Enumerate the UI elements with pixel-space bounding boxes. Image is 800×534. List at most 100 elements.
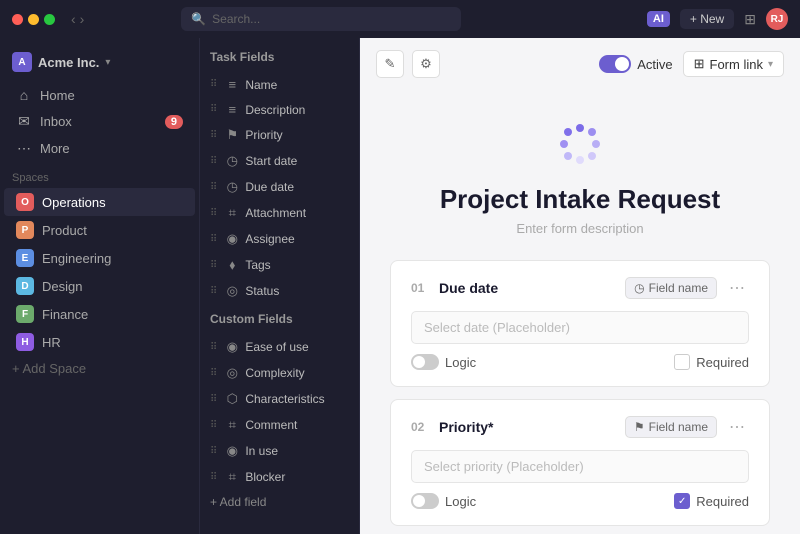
sidebar-item-inbox[interactable]: ✉ Inbox 9: [4, 108, 195, 135]
field-label-blocker: Blocker: [245, 470, 285, 484]
tags-icon: ⬧: [225, 257, 239, 273]
back-button[interactable]: ‹: [71, 11, 76, 27]
field-characteristics[interactable]: ⠿ ⬡ Characteristics: [200, 386, 359, 412]
active-toggle[interactable]: [599, 55, 631, 73]
grid-icon[interactable]: ⊞: [744, 11, 756, 28]
workspace-switcher[interactable]: A Acme Inc. ▾: [0, 46, 199, 82]
finance-dot: F: [16, 305, 34, 323]
field-name-badge-2[interactable]: ⚑ Field name: [625, 416, 717, 438]
sidebar-item-home[interactable]: ⌂ Home: [4, 82, 195, 108]
spinner-icon: [556, 120, 604, 168]
search-icon: 🔍: [191, 12, 206, 26]
add-field-button[interactable]: + Add field: [200, 490, 359, 514]
drag-handle: ⠿: [210, 234, 217, 245]
form-card-priority: 02 Priority* ⚑ Field name ⋯ Select prior…: [390, 399, 770, 526]
sidebar-item-design[interactable]: D Design: [4, 272, 195, 300]
workspace-chevron: ▾: [105, 57, 110, 68]
field-label-attachment: Attachment: [245, 206, 306, 220]
priority-icon: ⚑: [225, 127, 239, 143]
card-footer-1: Logic Required: [411, 354, 749, 370]
toggle-knob: [615, 57, 629, 71]
logic-switch-2[interactable]: [411, 493, 439, 509]
required-checkbox-1[interactable]: [674, 354, 690, 370]
drag-handle: ⠿: [210, 104, 217, 115]
form-hero: Project Intake Request Enter form descri…: [390, 100, 770, 260]
more-menu-2[interactable]: ⋯: [725, 417, 749, 437]
assignee-icon: ◉: [225, 231, 239, 247]
custom-fields-title: Custom Fields: [200, 312, 359, 334]
form-link-button[interactable]: ⊞ Form link ▾: [683, 51, 784, 77]
card-input-due-date: Select date (Placeholder): [411, 311, 749, 344]
field-status[interactable]: ⠿ ◎ Status: [200, 278, 359, 304]
field-label-name: Name: [245, 78, 277, 92]
search-bar[interactable]: 🔍 Search...: [181, 7, 461, 31]
characteristics-icon: ⬡: [225, 391, 239, 407]
field-name-badge-1[interactable]: ◷ Field name: [625, 277, 717, 299]
field-attachment[interactable]: ⠿ ⌗ Attachment: [200, 200, 359, 226]
required-label-1: Required: [696, 355, 749, 370]
field-tags[interactable]: ⠿ ⬧ Tags: [200, 252, 359, 278]
logic-switch-1[interactable]: [411, 354, 439, 370]
content-header: ✎ ⚙ Active ⊞ Form link ▾: [360, 38, 800, 90]
field-due-date[interactable]: ⠿ ◷ Due date: [200, 174, 359, 200]
drag-handle: ⠿: [210, 182, 217, 193]
field-badge-icon-2: ⚑: [634, 420, 645, 434]
drag-handle: ⠿: [210, 368, 217, 379]
field-badge-label-2: Field name: [649, 420, 708, 434]
ai-badge: AI: [647, 11, 670, 27]
field-ease-of-use[interactable]: ⠿ ◉ Ease of use: [200, 334, 359, 360]
minimize-dot[interactable]: [28, 14, 39, 25]
sidebar-item-product[interactable]: P Product: [4, 216, 195, 244]
sidebar-item-operations[interactable]: O Operations: [4, 188, 195, 216]
form-link-label: Form link: [710, 57, 763, 72]
add-space-button[interactable]: + Add Space: [0, 356, 199, 381]
field-priority[interactable]: ⠿ ⚑ Priority: [200, 122, 359, 148]
avatar: RJ: [766, 8, 788, 30]
field-blocker[interactable]: ⠿ ⌗ Blocker: [200, 464, 359, 490]
form-title: Project Intake Request: [440, 184, 720, 215]
drag-handle: ⠿: [210, 286, 217, 297]
card-header-due-date: 01 Due date ◷ Field name ⋯: [411, 277, 749, 299]
settings-button[interactable]: ⚙: [412, 50, 440, 78]
due-date-icon: ◷: [225, 179, 239, 195]
field-in-use[interactable]: ⠿ ◉ In use: [200, 438, 359, 464]
field-complexity[interactable]: ⠿ ◎ Complexity: [200, 360, 359, 386]
drag-handle: ⠿: [210, 130, 217, 141]
add-space-label: + Add Space: [12, 361, 86, 376]
maximize-dot[interactable]: [44, 14, 55, 25]
sidebar-item-engineering[interactable]: E Engineering: [4, 244, 195, 272]
required-checkbox-2[interactable]: ✓: [674, 493, 690, 509]
card-number-1: 01: [411, 281, 431, 295]
description-icon: ≡: [225, 102, 239, 117]
sidebar-label-hr: HR: [42, 335, 61, 350]
drag-handle: ⠿: [210, 472, 217, 483]
field-start-date[interactable]: ⠿ ◷ Start date: [200, 148, 359, 174]
field-label-start-date: Start date: [245, 154, 297, 168]
field-name[interactable]: ⠿ ≡ Name: [200, 72, 359, 97]
sidebar-label-design: Design: [42, 279, 82, 294]
in-use-icon: ◉: [225, 443, 239, 459]
chevron-down-icon: ▾: [768, 59, 773, 70]
field-description[interactable]: ⠿ ≡ Description: [200, 97, 359, 122]
drag-handle: ⠿: [210, 208, 217, 219]
sidebar-label-operations: Operations: [42, 195, 106, 210]
more-menu-1[interactable]: ⋯: [725, 278, 749, 298]
field-comment[interactable]: ⠿ ⌗ Comment: [200, 412, 359, 438]
close-dot[interactable]: [12, 14, 23, 25]
sidebar-item-more[interactable]: ⋯ More: [4, 135, 195, 162]
new-button[interactable]: + New: [680, 9, 734, 29]
spaces-label: Spaces: [0, 162, 199, 188]
content-area: ✎ ⚙ Active ⊞ Form link ▾: [360, 38, 800, 534]
sidebar-item-hr[interactable]: H HR: [4, 328, 195, 356]
drag-handle: ⠿: [210, 260, 217, 271]
forward-button[interactable]: ›: [80, 11, 85, 27]
inbox-icon: ✉: [16, 113, 32, 130]
sidebar-label-engineering: Engineering: [42, 251, 111, 266]
drag-handle: ⠿: [210, 79, 217, 90]
add-field-label: + Add field: [210, 495, 266, 509]
field-label-comment: Comment: [245, 418, 297, 432]
sidebar-item-finance[interactable]: F Finance: [4, 300, 195, 328]
sidebar-label-finance: Finance: [42, 307, 88, 322]
edit-button[interactable]: ✎: [376, 50, 404, 78]
field-assignee[interactable]: ⠿ ◉ Assignee: [200, 226, 359, 252]
